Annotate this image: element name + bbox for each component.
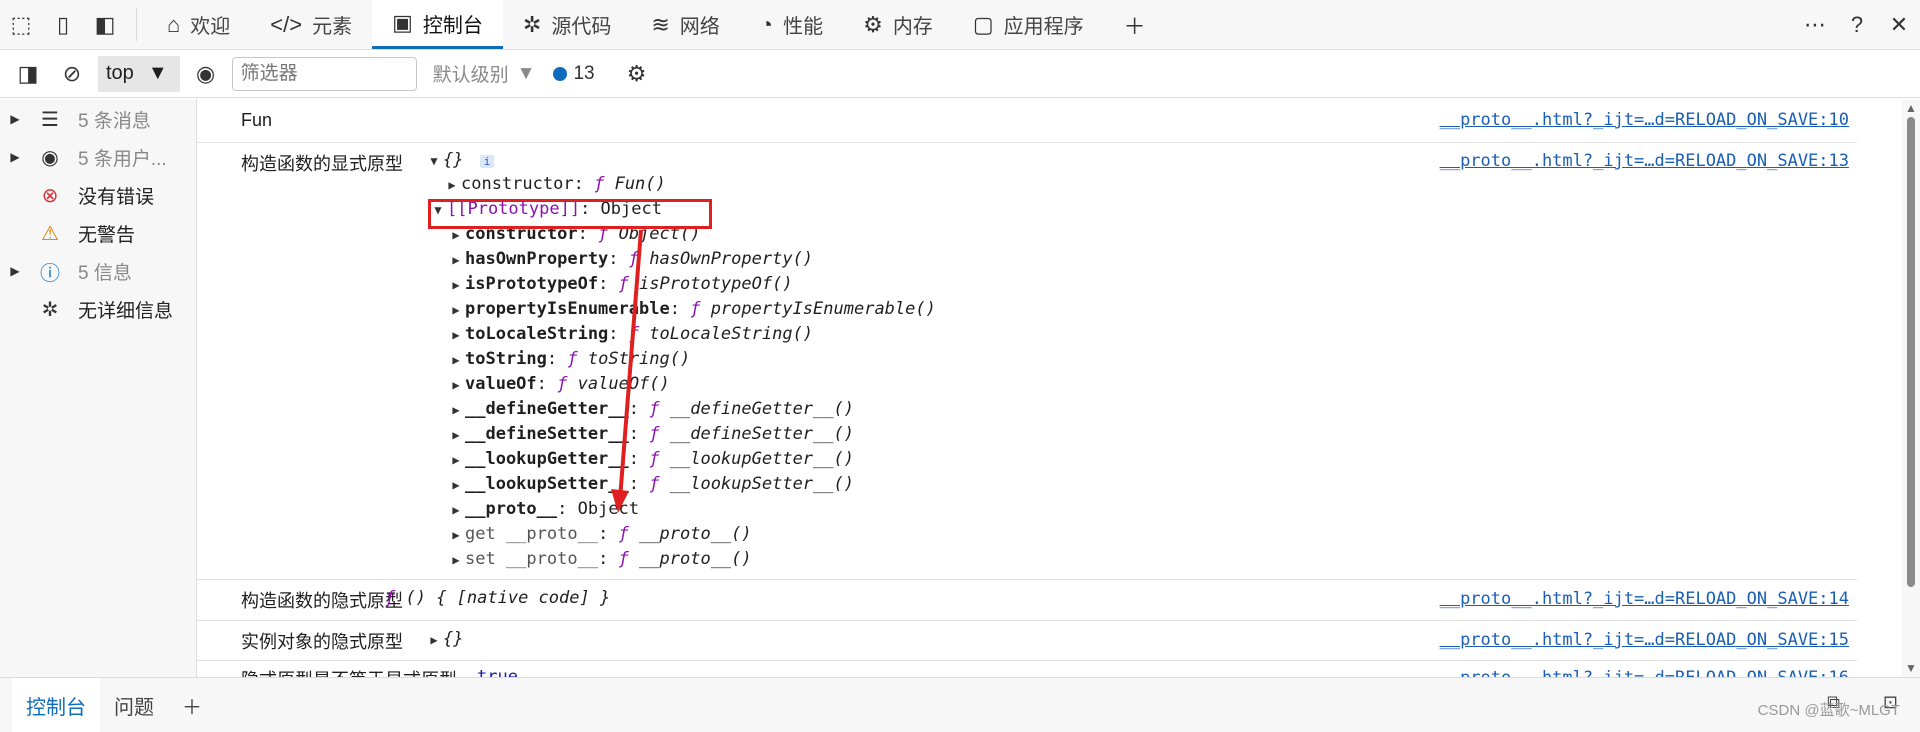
panel-tabs: ⌂ 欢迎 </> 元素 ▣ 控制台 ✲ 源代码 ≋ 网络 ◔ 性能 ⚙ 内存 ▢ 应用程序 <box>147 0 1104 49</box>
device-emulation-icon[interactable]: ▯ <box>42 0 84 49</box>
clear-console-icon[interactable]: ⊘ <box>54 56 90 92</box>
list-icon: ☰ <box>41 108 59 131</box>
filter-input[interactable] <box>231 56 417 91</box>
watermark: CSDN @蓝歌~MLGT <box>1757 702 1900 719</box>
context-label: top <box>106 62 134 84</box>
tab-chip[interactable]: ⚙ 内存 <box>843 0 953 49</box>
tab-bug[interactable]: ✲ 源代码 <box>503 0 631 49</box>
chip-icon: ⚙ <box>863 11 883 37</box>
expand-triangle-icon[interactable]: ▶ <box>0 264 30 278</box>
tab-label: 源代码 <box>551 16 612 38</box>
sidebar-item-label: 5 信息 <box>78 262 132 284</box>
message-icon <box>553 66 568 81</box>
divider <box>136 8 137 41</box>
issues-count: 13 <box>573 62 595 84</box>
home-icon: ⌂ <box>167 11 181 37</box>
bug-icon: ✲ <box>522 11 542 37</box>
log-level-dropdown[interactable]: 默认级别 ▼ <box>433 60 536 87</box>
tab-code[interactable]: </> 元素 <box>250 0 372 49</box>
scroll-up-icon[interactable]: ▲ <box>1905 101 1917 115</box>
issues-badge[interactable]: 13 <box>553 62 595 85</box>
add-drawer-tab-button[interactable]: ＋ <box>168 678 216 732</box>
gauge-icon: ◔ <box>759 11 774 37</box>
user-icon: ◉ <box>41 146 59 169</box>
tab-console[interactable]: ▣ 控制台 <box>372 0 503 49</box>
tab-label: 内存 <box>892 16 933 38</box>
expand-triangle-icon[interactable]: ▶ <box>0 112 30 126</box>
annotation-highlight-box <box>428 199 712 229</box>
tab-label: 欢迎 <box>190 16 231 38</box>
sidebar-item-list[interactable]: ▶ ☰ 5 条消息 <box>0 100 196 138</box>
verbose-icon: ✲ <box>41 298 59 321</box>
app-icon: ▢ <box>972 11 994 37</box>
tab-label: 控制台 <box>422 14 483 37</box>
tab-wifi[interactable]: ≋ 网络 <box>631 0 739 49</box>
expand-triangle-icon[interactable]: ▶ <box>0 150 30 164</box>
warning-icon: ⚠ <box>41 222 59 245</box>
drawer-tab-console[interactable]: 控制台 <box>12 678 100 732</box>
tab-label: 网络 <box>679 16 720 38</box>
console-messages: Fun __proto__.html?_ijt=…d=RELOAD_ON_SAV… <box>197 99 1902 677</box>
add-tool-button[interactable]: ＋ <box>1104 0 1166 49</box>
sidebar-item-warning[interactable]: ⚠ 无警告 <box>0 214 196 252</box>
toggle-sidebar-icon[interactable]: ◨ <box>10 56 46 92</box>
sidebar-item-verbose[interactable]: ✲ 无详细信息 <box>0 290 196 328</box>
scrollbar-thumb[interactable] <box>1907 117 1915 587</box>
scroll-down-icon[interactable]: ▼ <box>1905 661 1917 675</box>
log-level-label: 默认级别 <box>432 65 509 86</box>
sidebar-item-error[interactable]: ⊗ 没有错误 <box>0 176 196 214</box>
sidebar-item-label: 无详细信息 <box>78 300 174 322</box>
context-selector[interactable]: top ▼ <box>98 55 180 92</box>
drawer-tabbar: 控制台 问题 ＋ ⧉ ⊡ CSDN @蓝歌~MLGT <box>0 677 1920 732</box>
plus-icon: ＋ <box>182 696 202 719</box>
tabbar-actions: ⋯ ? ✕ <box>1773 0 1920 49</box>
tab-home[interactable]: ⌂ 欢迎 <box>147 0 250 49</box>
vertical-scrollbar[interactable]: ▲ ▼ <box>1902 99 1920 677</box>
tab-gauge[interactable]: ◔ 性能 <box>740 0 843 49</box>
tab-app[interactable]: ▢ 应用程序 <box>953 0 1104 49</box>
sidebar-item-label: 5 条用户... <box>78 148 167 170</box>
info-icon: ⓘ <box>40 262 60 285</box>
close-icon[interactable]: ✕ <box>1878 0 1920 49</box>
console-sidebar: ▶ ☰ 5 条消息 ▶ ◉ 5 条用户... ⊗ 没有错误 ⚠ 无警告 ▶ ⓘ 5 信息 ✲ 无详细信息 <box>0 99 197 677</box>
help-icon[interactable]: ? <box>1836 0 1878 49</box>
dock-side-icon[interactable]: ◧ <box>84 0 126 49</box>
sidebar-item-label: 5 条消息 <box>78 110 151 132</box>
wifi-icon: ≋ <box>651 11 670 37</box>
sidebar-item-info[interactable]: ▶ ⓘ 5 信息 <box>0 252 196 290</box>
inspect-element-icon[interactable]: ⬚ <box>0 0 42 49</box>
sidebar-item-user[interactable]: ▶ ◉ 5 条用户... <box>0 138 196 176</box>
live-expression-eye-icon[interactable]: ◉ <box>188 56 224 92</box>
drawer-tab-issues[interactable]: 问题 <box>100 678 168 732</box>
tab-label: 性能 <box>783 16 824 38</box>
devtools-tabbar: ⬚ ▯ ◧ ⌂ 欢迎 </> 元素 ▣ 控制台 ✲ 源代码 ≋ 网络 ◔ 性能 ⚙ 内存 ▢ 应用程序 ＋ ⋯… <box>0 0 1920 50</box>
error-icon: ⊗ <box>41 184 59 207</box>
console-toolbar: ◨ ⊘ top ▼ ◉ 默认级别 ▼ 13 ⚙ <box>0 50 1920 98</box>
caret-down-icon: ▼ <box>147 62 168 84</box>
plus-icon: ＋ <box>1123 13 1146 39</box>
settings-gear-icon[interactable]: ⚙ <box>619 56 655 92</box>
console-icon: ▣ <box>392 10 413 35</box>
tab-label: 应用程序 <box>1003 16 1084 38</box>
sidebar-item-label: 无警告 <box>78 224 136 246</box>
tab-label: 元素 <box>312 16 353 38</box>
code-icon: </> <box>270 11 303 37</box>
sidebar-item-label: 没有错误 <box>78 186 155 208</box>
more-options-icon[interactable]: ⋯ <box>1794 0 1836 49</box>
caret-down-icon: ▼ <box>516 62 536 84</box>
annotation-arrow <box>611 229 643 513</box>
